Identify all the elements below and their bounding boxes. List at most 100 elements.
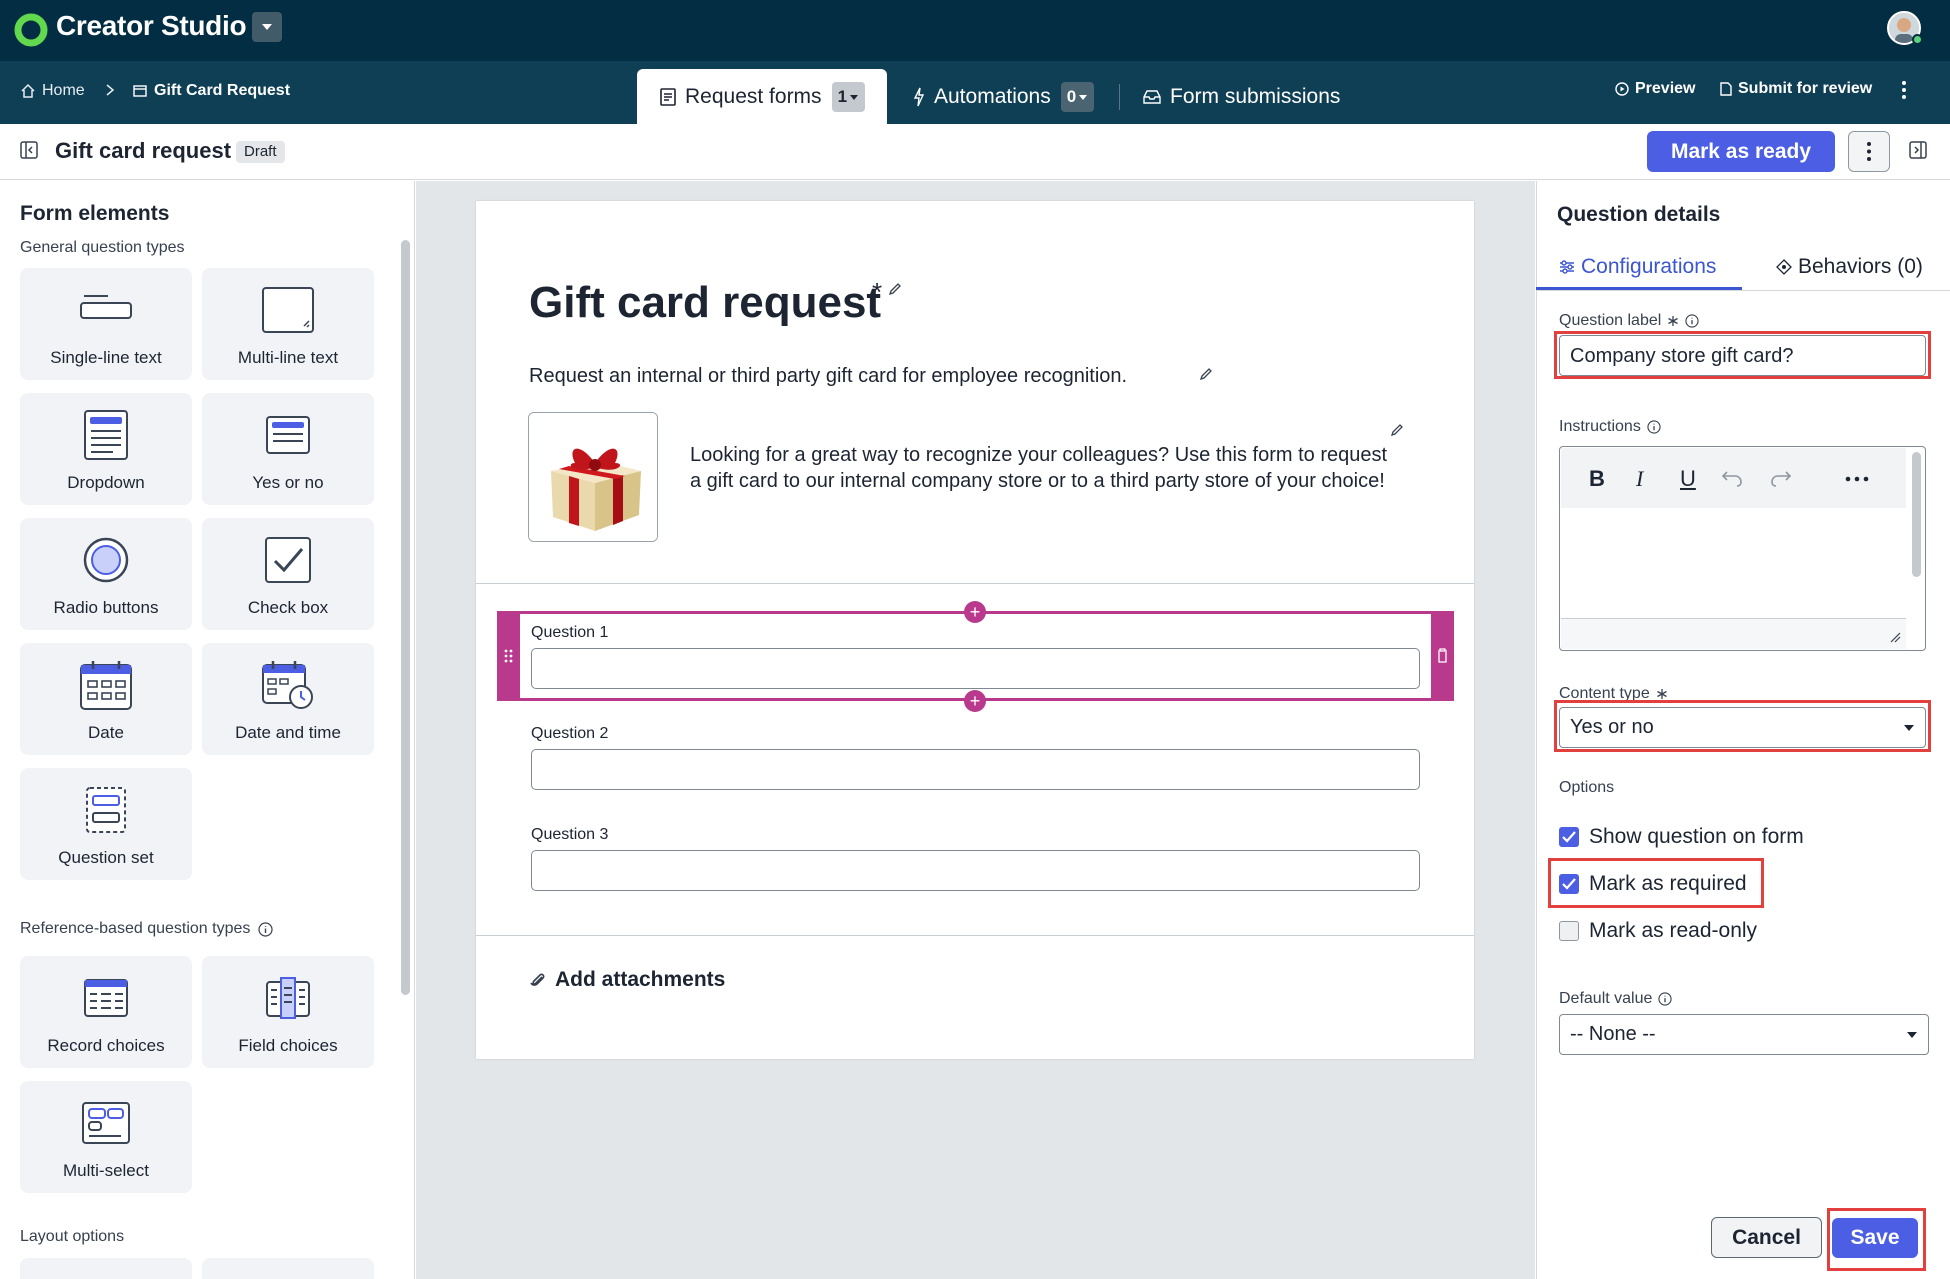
- default-value-select[interactable]: -- None --: [1559, 1014, 1929, 1055]
- underline-button[interactable]: U: [1680, 466, 1696, 492]
- question-label: Question 3: [531, 826, 609, 843]
- element-layout-option[interactable]: [20, 1258, 192, 1279]
- add-above-button[interactable]: +: [964, 601, 986, 623]
- element-check-box[interactable]: Check box: [202, 518, 374, 630]
- tab-automations[interactable]: Automations 0: [912, 69, 1095, 124]
- more-horizontal-icon[interactable]: [1845, 476, 1869, 482]
- element-label: Multi-line text: [237, 348, 339, 367]
- instructions-text: Instructions: [1559, 418, 1641, 435]
- add-attachments-button[interactable]: Add attachments: [529, 968, 725, 992]
- element-multi-select[interactable]: Multi-select: [20, 1081, 192, 1193]
- edit-intro-icon[interactable]: [1390, 423, 1404, 437]
- info-icon: [258, 921, 273, 937]
- default-value-text: Default value: [1559, 990, 1653, 1007]
- cancel-button[interactable]: Cancel: [1711, 1217, 1822, 1258]
- undo-icon[interactable]: [1721, 468, 1743, 488]
- form-description[interactable]: Request an internal or third party gift …: [529, 365, 1127, 388]
- element-dropdown[interactable]: Dropdown: [20, 393, 192, 505]
- element-date-and-time[interactable]: Date and time: [202, 643, 374, 755]
- element-multi-line-text[interactable]: Multi-line text: [202, 268, 374, 380]
- preview-button[interactable]: Preview: [1615, 80, 1695, 98]
- submit-for-review-button[interactable]: Submit for review: [1720, 80, 1872, 98]
- tab-divider: [1119, 84, 1120, 110]
- tab-behaviors[interactable]: Behaviors (0): [1776, 255, 1923, 279]
- breadcrumb-current[interactable]: Gift Card Request: [132, 82, 290, 100]
- mark-read-only-label: Mark as read-only: [1589, 919, 1758, 942]
- left-panel-scrollbar[interactable]: [401, 240, 410, 995]
- app-brand: Creator Studio: [56, 10, 247, 41]
- breadcrumb-home-label: Home: [42, 82, 85, 99]
- show-question-checkbox[interactable]: [1559, 827, 1579, 847]
- chevron-down-icon: [262, 24, 272, 30]
- online-status-indicator: [1912, 34, 1923, 45]
- resize-handle-icon[interactable]: [1889, 631, 1901, 643]
- element-label: Yes or no: [252, 473, 324, 492]
- tab-configurations[interactable]: Configurations: [1559, 255, 1716, 279]
- question-3-input[interactable]: [531, 850, 1420, 891]
- question-2-input[interactable]: [531, 749, 1420, 790]
- element-label: Radio buttons: [53, 598, 159, 617]
- element-label: Single-line text: [50, 348, 162, 367]
- required-marker: *: [872, 277, 883, 307]
- top-bar: [0, 0, 1950, 61]
- mark-as-ready-button[interactable]: Mark as ready: [1647, 131, 1835, 172]
- italic-button[interactable]: I: [1636, 466, 1643, 492]
- automations-count-value: 0: [1066, 86, 1077, 106]
- element-single-line-text[interactable]: Single-line text: [20, 268, 192, 380]
- form-icon: [133, 85, 147, 97]
- form-intro-text[interactable]: Looking for a great way to recognize you…: [690, 442, 1390, 494]
- sliders-icon: [1560, 260, 1574, 274]
- section-divider: [476, 935, 1474, 936]
- add-below-button[interactable]: +: [964, 690, 986, 712]
- tab-form-submissions-label: Form submissions: [1170, 84, 1341, 108]
- tab-request-forms-label: Request forms: [685, 84, 822, 108]
- highlight-box: [1554, 331, 1931, 379]
- element-date[interactable]: Date: [20, 643, 192, 755]
- element-radio-buttons[interactable]: Radio buttons: [20, 518, 192, 630]
- element-layout-option[interactable]: [202, 1258, 374, 1279]
- single-line-text-icon: [80, 295, 132, 319]
- element-label: Dropdown: [67, 473, 145, 492]
- element-yes-or-no[interactable]: Yes or no: [202, 393, 374, 505]
- header-more-button[interactable]: [1848, 131, 1890, 172]
- bold-button[interactable]: B: [1589, 466, 1605, 492]
- highlight-box: [1827, 1208, 1926, 1271]
- editor-scrollbar[interactable]: [1912, 452, 1921, 577]
- required-icon: [1656, 689, 1667, 699]
- element-field-choices[interactable]: Field choices: [202, 956, 374, 1068]
- form-icon: [660, 87, 676, 106]
- element-record-choices[interactable]: Record choices: [20, 956, 192, 1068]
- request-forms-count[interactable]: 1: [831, 81, 866, 112]
- question-details-title: Question details: [1557, 203, 1721, 226]
- element-label: Check box: [247, 598, 329, 617]
- instructions-field-label: Instructions: [1559, 418, 1661, 436]
- drag-handle-icon: [504, 649, 513, 663]
- automations-count[interactable]: 0: [1060, 81, 1095, 112]
- app-switcher-button[interactable]: [252, 12, 282, 42]
- edit-title-icon[interactable]: [888, 282, 902, 296]
- tab-form-submissions[interactable]: Form submissions: [1142, 69, 1340, 124]
- drag-handle[interactable]: [497, 611, 520, 701]
- tab-request-forms[interactable]: Request forms 1: [637, 69, 887, 124]
- collapse-left-panel-icon[interactable]: [20, 141, 38, 159]
- info-icon: [1658, 992, 1673, 1006]
- redo-icon[interactable]: [1770, 468, 1792, 488]
- paperclip-icon: [530, 973, 545, 986]
- default-value-field-label: Default value: [1559, 990, 1673, 1008]
- delete-question-button[interactable]: [1431, 611, 1454, 701]
- preview-label: Preview: [1635, 80, 1696, 97]
- collapse-right-panel-icon[interactable]: [1909, 141, 1927, 159]
- element-label: Record choices: [47, 1036, 165, 1055]
- trash-icon: [1438, 648, 1447, 663]
- question-1-input[interactable]: [531, 648, 1420, 689]
- edit-description-icon[interactable]: [1199, 367, 1213, 381]
- mark-read-only-checkbox[interactable]: [1559, 921, 1579, 941]
- reference-question-types-heading: Reference-based question types: [20, 920, 273, 938]
- form-title[interactable]: Gift card request: [529, 278, 881, 328]
- behavior-icon: [1776, 259, 1792, 275]
- element-question-set[interactable]: Question set: [20, 768, 192, 880]
- chevron-down-icon: [1079, 94, 1088, 100]
- more-options-icon[interactable]: [1900, 80, 1908, 100]
- app-logo-icon: [14, 13, 48, 47]
- breadcrumb-home[interactable]: Home: [20, 82, 85, 100]
